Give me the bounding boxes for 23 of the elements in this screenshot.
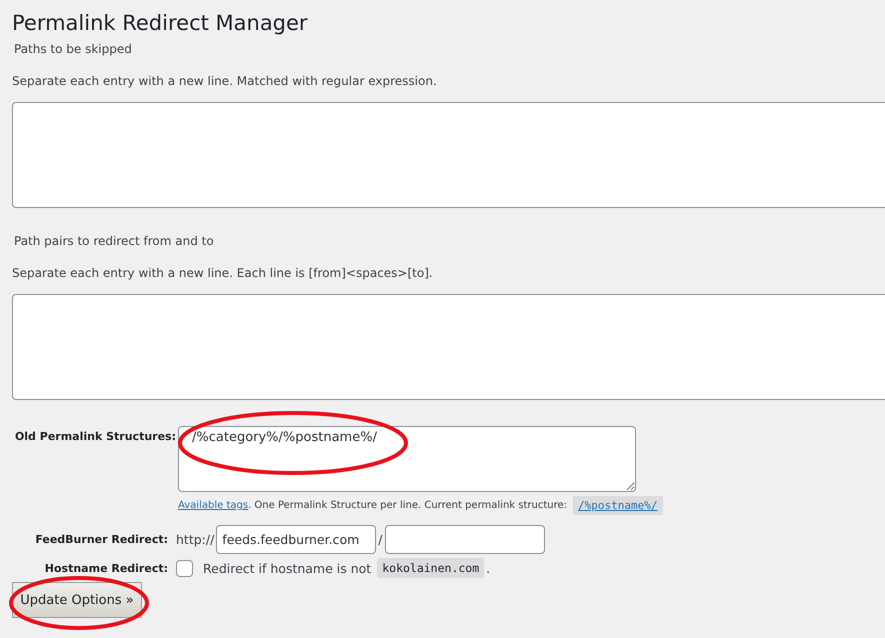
section-heading: Path pairs to redirect from and to: [14, 233, 215, 249]
help-text: . One Permalink Structure per line. Current permalink structure:: [248, 500, 568, 511]
field-label: Old Permalink Structures:: [14, 429, 177, 445]
checkbox[interactable]: [176, 560, 193, 576]
hostname-code: kokolainen.com: [377, 558, 484, 578]
section-description: Separate each entry with a new line. Each line is [from]<spaces>[to].: [12, 265, 434, 281]
field-label: Hostname Redirect:: [44, 562, 169, 574]
field-label: FeedBurner Redirect:: [34, 533, 169, 546]
path-separator: /: [378, 532, 383, 547]
current-structure-link[interactable]: /%postname%/: [573, 496, 662, 515]
textarea-field[interactable]: [12, 102, 885, 208]
textarea-field[interactable]: /%category%/%postname%/: [178, 426, 636, 492]
path-field[interactable]: [384, 525, 545, 554]
section-description: Separate each entry with a new line. Matched with regular expression.: [12, 73, 438, 89]
available-tags-link[interactable]: Available tags: [178, 500, 248, 511]
update-options-button[interactable]: Update Options »: [12, 582, 142, 618]
textarea-field[interactable]: [12, 294, 885, 400]
page-title: Permalink Redirect Manager: [12, 10, 309, 37]
host-field[interactable]: feeds.feedburner.com: [216, 525, 376, 554]
section-heading: Paths to be skipped: [14, 41, 133, 57]
period-text: .: [486, 560, 490, 576]
url-prefix: http://: [176, 532, 214, 547]
checkbox-label: Redirect if hostname is not: [203, 560, 372, 576]
